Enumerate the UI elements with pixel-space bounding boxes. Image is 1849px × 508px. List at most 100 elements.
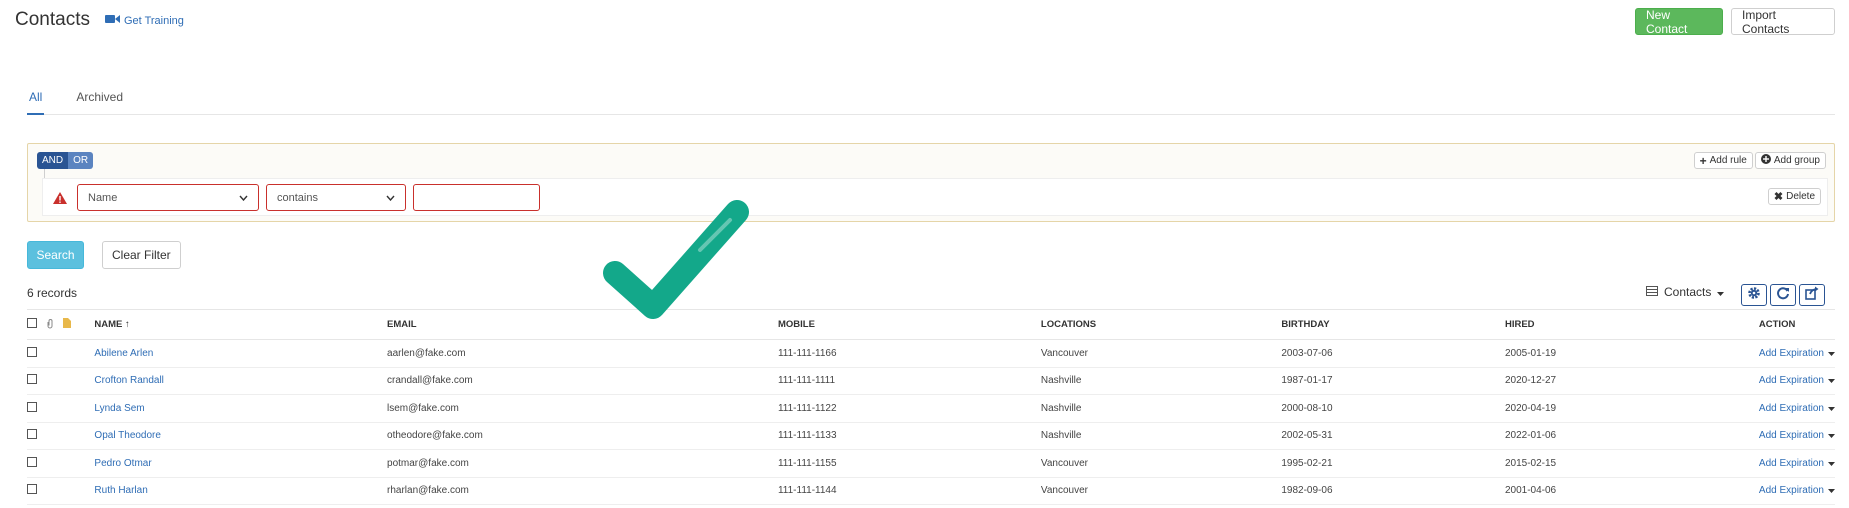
name-cell: Abilene Arlen [94, 339, 388, 368]
settings-button[interactable] [1741, 284, 1767, 306]
refresh-button[interactable] [1770, 284, 1796, 306]
caret-down-icon [1827, 348, 1835, 359]
location-cell: Vancouver [1040, 339, 1282, 368]
row-select-cell [27, 394, 46, 423]
row-checkbox[interactable] [27, 401, 37, 412]
row-select-cell [27, 422, 46, 450]
column-header-birthday[interactable]: BIRTHDAY [1281, 309, 1505, 340]
table-row: Crofton Randall crandall@fake.com 111-11… [27, 367, 1835, 395]
field-select-value: Name [88, 191, 118, 204]
and-button[interactable]: AND [37, 152, 69, 169]
tab-all[interactable]: All [27, 88, 45, 115]
field-select[interactable]: Name [77, 184, 259, 211]
hired-cell: 2015-02-15 [1504, 449, 1759, 478]
paperclip-icon [46, 318, 54, 332]
hired-cell: 2020-04-19 [1504, 394, 1759, 423]
birthday-cell: 1987-01-17 [1281, 367, 1505, 395]
add-expiration-button[interactable]: Add Expiration [1759, 375, 1835, 386]
column-header-locations[interactable]: LOCATIONS [1040, 309, 1282, 340]
mobile-cell: 111-111-1144 [777, 477, 1041, 505]
select-all-checkbox[interactable] [27, 318, 37, 328]
rule-actions: + Add rule Add group [1693, 152, 1826, 169]
birthday-cell: 2002-05-31 [1281, 422, 1505, 450]
import-contacts-button[interactable]: Import Contacts [1731, 8, 1835, 36]
caret-down-icon [1827, 430, 1835, 441]
contact-name-link[interactable]: Ruth Harlan [94, 485, 147, 496]
add-expiration-button[interactable]: Add Expiration [1759, 348, 1835, 359]
birthday-cell: 2000-08-10 [1281, 394, 1505, 423]
tab-archived[interactable]: Archived [74, 88, 125, 115]
table-row: Lynda Sem lsem@fake.com 111-111-1122 Nas… [27, 394, 1835, 423]
row-checkbox[interactable] [27, 346, 37, 357]
name-cell: Opal Theodore [94, 422, 388, 450]
caret-down-icon [1827, 403, 1835, 414]
contact-name-link[interactable]: Crofton Randall [94, 375, 163, 386]
add-group-button[interactable]: Add group [1754, 152, 1826, 169]
name-cell: Lynda Sem [94, 394, 388, 423]
view-selector[interactable]: Contacts [1646, 285, 1725, 299]
add-rule-button[interactable]: + Add rule [1693, 152, 1753, 169]
add-expiration-button[interactable]: Add Expiration [1759, 485, 1835, 496]
add-group-label: Add group [1773, 155, 1820, 166]
hired-cell: 2022-01-06 [1504, 422, 1759, 450]
contact-tabs: All Archived [27, 88, 1835, 115]
email-cell: otheodore@fake.com [387, 422, 778, 450]
column-header-hired[interactable]: HIRED [1504, 309, 1759, 340]
row-select-cell [27, 477, 46, 505]
export-button[interactable] [1799, 284, 1825, 306]
table-row: Pedro Otmar potmar@fake.com 111-111-1155… [27, 449, 1835, 478]
share-icon [1805, 286, 1819, 305]
close-icon: ✖ [1773, 190, 1784, 203]
add-expiration-button[interactable]: Add Expiration [1759, 430, 1835, 441]
add-expiration-label: Add Expiration [1758, 457, 1824, 469]
select-all-cell [27, 309, 46, 340]
row-select-cell [27, 339, 46, 368]
delete-rule-button[interactable]: ✖ Delete [1767, 188, 1821, 205]
row-checkbox[interactable] [27, 484, 37, 495]
caret-down-icon [1827, 485, 1835, 496]
or-button[interactable]: OR [68, 152, 94, 169]
action-cell: Add Expiration [1758, 367, 1835, 395]
contact-name-link[interactable]: Opal Theodore [94, 430, 161, 441]
contacts-table: NAME ↑ EMAIL MOBILE LOCATIONS BIRTHDAY H… [27, 309, 1835, 505]
add-expiration-button[interactable]: Add Expiration [1759, 403, 1835, 414]
value-input[interactable] [413, 184, 540, 211]
caret-down-icon [1827, 458, 1835, 469]
birthday-cell: 1995-02-21 [1281, 449, 1505, 478]
get-training-link[interactable]: Get Training [105, 14, 184, 27]
page-title: Contacts [15, 9, 90, 30]
column-header-mobile[interactable]: MOBILE [777, 309, 1041, 340]
search-button[interactable]: Search [27, 241, 84, 269]
mobile-cell: 111-111-1122 [777, 394, 1041, 423]
contact-name-link[interactable]: Pedro Otmar [94, 458, 151, 469]
email-cell: potmar@fake.com [387, 449, 778, 478]
location-cell: Vancouver [1040, 477, 1282, 505]
clear-filter-button[interactable]: Clear Filter [102, 241, 181, 269]
add-expiration-label: Add Expiration [1758, 485, 1824, 497]
contact-name-link[interactable]: Abilene Arlen [94, 348, 153, 359]
row-checkbox[interactable] [27, 429, 37, 440]
action-cell: Add Expiration [1758, 394, 1835, 423]
row-checkbox[interactable] [27, 374, 37, 385]
caret-down-icon [1717, 285, 1725, 299]
name-cell: Ruth Harlan [94, 477, 388, 505]
add-expiration-label: Add Expiration [1758, 375, 1824, 387]
column-header-name[interactable]: NAME ↑ [94, 309, 388, 340]
new-contact-button[interactable]: New Contact [1635, 8, 1723, 36]
add-expiration-button[interactable]: Add Expiration [1759, 458, 1835, 469]
header-actions: New Contact Import Contacts [1635, 8, 1835, 36]
warning-triangle-icon [53, 191, 67, 204]
chevron-down-icon [239, 192, 248, 204]
hired-cell: 2001-04-06 [1504, 477, 1759, 505]
attachment-column [45, 309, 63, 340]
add-expiration-label: Add Expiration [1758, 347, 1824, 359]
name-cell: Pedro Otmar [94, 449, 388, 478]
refresh-icon [1776, 286, 1790, 305]
get-training-label: Get Training [124, 14, 184, 27]
add-rule-label: Add rule [1709, 155, 1747, 166]
contact-name-link[interactable]: Lynda Sem [94, 403, 144, 414]
row-checkbox[interactable] [27, 456, 37, 467]
row-select-cell [27, 449, 46, 478]
operator-select[interactable]: contains [266, 184, 406, 211]
plus-icon: + [1699, 153, 1707, 168]
